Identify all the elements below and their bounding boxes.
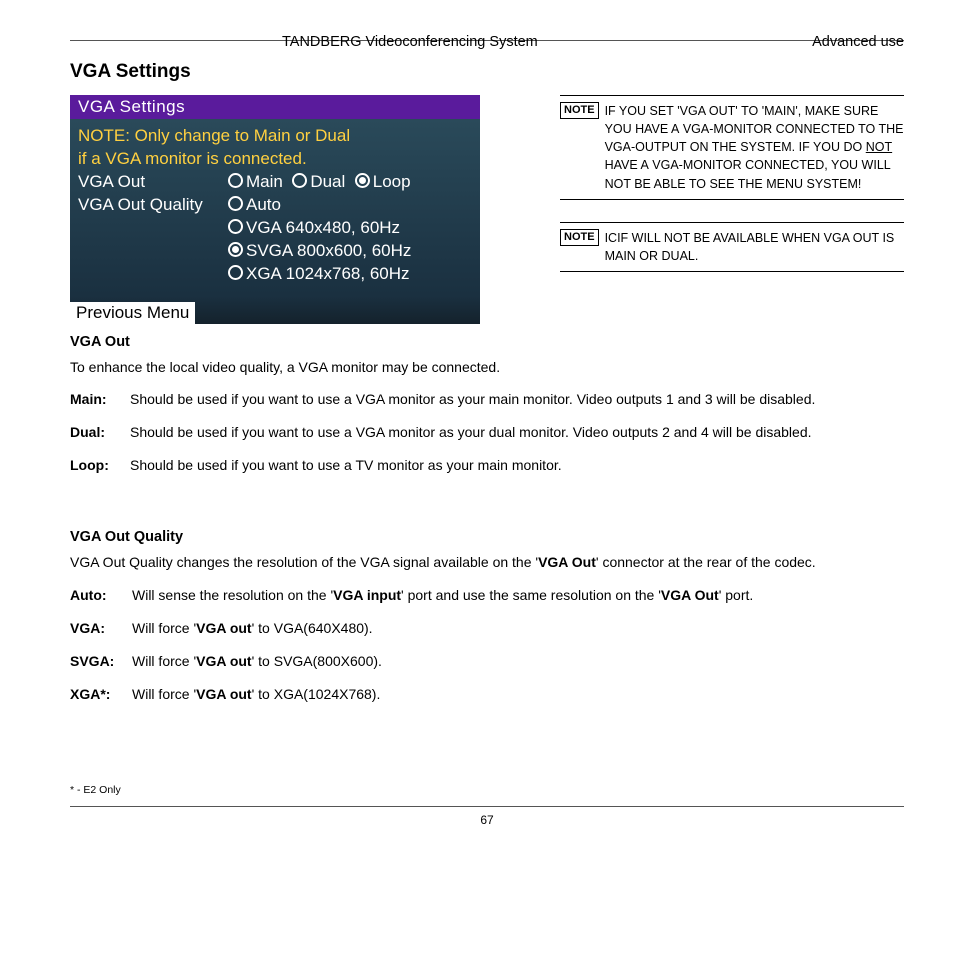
def-svga-term: SVGA:	[70, 652, 132, 671]
def-dual-term: Dual:	[70, 423, 130, 442]
def-loop-term: Loop:	[70, 456, 130, 475]
radio-xga[interactable]	[228, 265, 243, 280]
section-title: VGA Settings	[70, 61, 904, 83]
def-vga: VGA: Will force 'VGA out' to VGA(640X480…	[70, 619, 904, 638]
def-main: Main: Should be used if you want to use …	[70, 390, 904, 409]
def-loop: Loop: Should be used if you want to use …	[70, 456, 904, 475]
opt-main: Main	[246, 172, 283, 191]
footnote: * - E2 Only	[70, 784, 904, 796]
previous-menu-button[interactable]: Previous Menu	[70, 302, 195, 324]
note-1-text: IF YOU SET 'VGA OUT' TO 'MAIN', MAKE SUR…	[605, 102, 904, 193]
menu-title: VGA Settings	[70, 95, 480, 119]
note-label: NOTE	[560, 102, 599, 119]
menu-warning-line2: if a VGA monitor is connected.	[78, 148, 472, 171]
page-header: TANDBERG Videoconferencing System Advanc…	[70, 34, 904, 40]
vga-out-label: VGA Out	[78, 171, 228, 194]
opt-vga: VGA 640x480, 60Hz	[246, 218, 400, 237]
def-vga-body: Will force 'VGA out' to VGA(640X480).	[132, 619, 904, 638]
header-section: Advanced use	[812, 34, 904, 50]
def-main-term: Main:	[70, 390, 130, 409]
opt-auto: Auto	[246, 195, 281, 214]
def-xga-body: Will force 'VGA out' to XGA(1024X768).	[132, 685, 904, 704]
def-loop-body: Should be used if you want to use a TV m…	[130, 456, 904, 475]
embedded-menu-screenshot: VGA Settings NOTE: Only change to Main o…	[70, 95, 480, 324]
opt-xga: XGA 1024x768, 60Hz	[246, 264, 410, 283]
note-2: NOTE ICIF WILL NOT BE AVAILABLE WHEN VGA…	[560, 222, 904, 272]
radio-dual[interactable]	[292, 173, 307, 188]
def-svga: SVGA: Will force 'VGA out' to SVGA(800X6…	[70, 652, 904, 671]
def-main-body: Should be used if you want to use a VGA …	[130, 390, 904, 409]
opt-loop: Loop	[373, 172, 411, 191]
radio-svga[interactable]	[228, 242, 243, 257]
radio-main[interactable]	[228, 173, 243, 188]
header-title: TANDBERG Videoconferencing System	[282, 34, 538, 50]
def-dual: Dual: Should be used if you want to use …	[70, 423, 904, 442]
def-auto-term: Auto:	[70, 586, 132, 605]
vga-out-intro: To enhance the local video quality, a VG…	[70, 358, 904, 377]
note-2-text: ICIF WILL NOT BE AVAILABLE WHEN VGA OUT …	[605, 229, 904, 265]
menu-warning-line1: NOTE: Only change to Main or Dual	[78, 125, 472, 148]
def-svga-body: Will force 'VGA out' to SVGA(800X600).	[132, 652, 904, 671]
vga-quality-heading: VGA Out Quality	[70, 529, 904, 545]
vga-out-heading: VGA Out	[70, 334, 904, 350]
def-auto: Auto: Will sense the resolution on the '…	[70, 586, 904, 605]
note-label: NOTE	[560, 229, 599, 246]
vga-quality-label: VGA Out Quality	[78, 194, 228, 217]
def-xga-term: XGA*:	[70, 685, 132, 704]
def-dual-body: Should be used if you want to use a VGA …	[130, 423, 904, 442]
opt-svga: SVGA 800x600, 60Hz	[246, 241, 411, 260]
opt-dual: Dual	[310, 172, 345, 191]
radio-auto[interactable]	[228, 196, 243, 211]
def-xga: XGA*: Will force 'VGA out' to XGA(1024X7…	[70, 685, 904, 704]
radio-vga[interactable]	[228, 219, 243, 234]
def-vga-term: VGA:	[70, 619, 132, 638]
radio-loop[interactable]	[355, 173, 370, 188]
note-1: NOTE IF YOU SET 'VGA OUT' TO 'MAIN', MAK…	[560, 95, 904, 200]
def-auto-body: Will sense the resolution on the 'VGA in…	[132, 586, 904, 605]
page-number: 67	[70, 813, 904, 827]
vga-quality-intro: VGA Out Quality changes the resolution o…	[70, 553, 904, 572]
footer-rule	[70, 806, 904, 807]
